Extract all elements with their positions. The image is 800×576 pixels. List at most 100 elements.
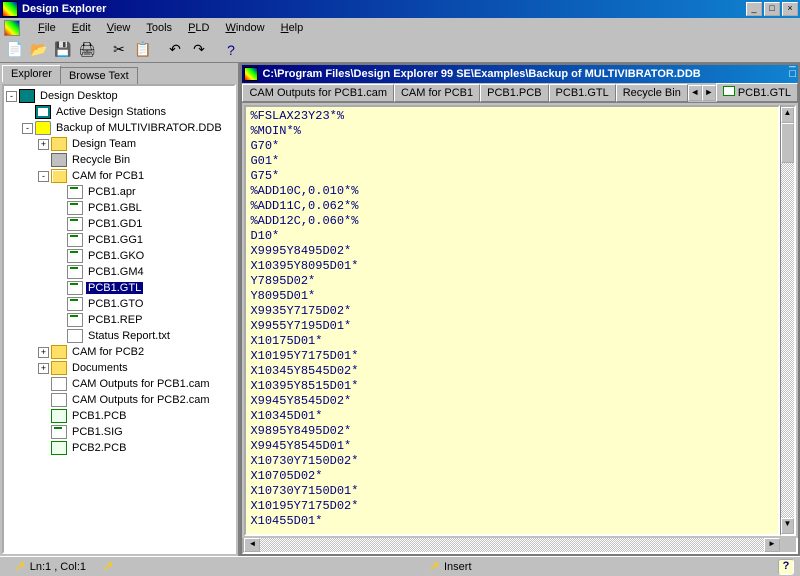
- doc-tab[interactable]: CAM for PCB1: [394, 84, 480, 102]
- menu-window[interactable]: Window: [217, 20, 272, 36]
- tree-item[interactable]: CAM Outputs for PCB2.cam: [6, 392, 232, 408]
- tree-item[interactable]: + Documents: [6, 360, 232, 376]
- tab-explorer[interactable]: Explorer: [2, 65, 61, 82]
- tab-scroll-right[interactable]: ►: [702, 85, 716, 101]
- menu-view[interactable]: View: [99, 20, 139, 36]
- doc-tab-active[interactable]: PCB1.GTL: [716, 83, 798, 102]
- tree-item[interactable]: PCB1.GG1: [6, 232, 232, 248]
- tree-label: Backup of MULTIVIBRATOR.DDB: [54, 122, 224, 134]
- document-titlebar: C:\Program Files\Design Explorer 99 SE\E…: [242, 65, 798, 83]
- tree-item[interactable]: +Design Team: [6, 136, 232, 152]
- expand-toggle[interactable]: -: [22, 123, 33, 134]
- doc-tab[interactable]: PCB1.GTL: [549, 84, 616, 102]
- file-icon: [67, 313, 83, 327]
- menubar: FileEditViewToolsPLDWindowHelp: [0, 18, 800, 37]
- tree-label: PCB1.apr: [86, 186, 138, 198]
- tree-item[interactable]: Status Report.txt: [6, 328, 232, 344]
- vertical-scrollbar[interactable]: ▲ ▼: [780, 105, 796, 536]
- tree-label: PCB1.PCB: [70, 410, 128, 422]
- tree-label: PCB1.GKO: [86, 250, 146, 262]
- minimize-button[interactable]: _: [746, 2, 762, 16]
- scroll-left-button[interactable]: ◄: [244, 538, 260, 552]
- tree-view[interactable]: -Design DesktopActive Design Stations - Ba…: [2, 84, 236, 554]
- tree-item[interactable]: PCB2.PCB: [6, 440, 232, 456]
- cut-button[interactable]: ✂: [108, 39, 130, 61]
- scroll-up-button[interactable]: ▲: [781, 107, 794, 123]
- pin-icon: ↗: [14, 558, 26, 575]
- system-menu-icon[interactable]: [4, 20, 20, 36]
- doc-minimize-button[interactable]: _: [789, 56, 796, 68]
- doc-tab[interactable]: Recycle Bin: [616, 84, 688, 102]
- tree-label: PCB1.SIG: [70, 426, 125, 438]
- menu-help[interactable]: Help: [273, 20, 312, 36]
- tree-item[interactable]: Active Design Stations: [6, 104, 232, 120]
- tree-item[interactable]: -Design Desktop: [6, 88, 232, 104]
- tree-item[interactable]: PCB1.apr: [6, 184, 232, 200]
- tree-item[interactable]: PCB1.PCB: [6, 408, 232, 424]
- menu-tools[interactable]: Tools: [138, 20, 180, 36]
- file-icon: [67, 297, 83, 311]
- open-button[interactable]: 📂: [28, 39, 50, 61]
- horizontal-scrollbar[interactable]: ◄ ►: [242, 538, 798, 554]
- folder-icon: [51, 345, 67, 359]
- tree-item[interactable]: PCB1.REP: [6, 312, 232, 328]
- close-button[interactable]: ×: [782, 2, 798, 16]
- doc-tab[interactable]: CAM Outputs for PCB1.cam: [242, 84, 394, 102]
- doc-maximize-button[interactable]: □: [789, 68, 796, 80]
- save-button[interactable]: 💾: [52, 39, 74, 61]
- tree-item[interactable]: PCB1.GKO: [6, 248, 232, 264]
- tree-item[interactable]: PCB1.GM4: [6, 264, 232, 280]
- help-button[interactable]: ?: [220, 39, 242, 61]
- menu-file[interactable]: File: [30, 20, 64, 36]
- file-icon: [67, 185, 83, 199]
- expand-toggle[interactable]: +: [38, 363, 49, 374]
- txt-icon: [67, 329, 83, 343]
- file-icon: [67, 201, 83, 215]
- help-icon[interactable]: ?: [778, 559, 794, 575]
- desktop-icon: [19, 89, 35, 103]
- menu-pld[interactable]: PLD: [180, 20, 217, 36]
- print-button[interactable]: 🖨: [76, 39, 98, 61]
- explorer-panel: Explorer Browse Text -Design DesktopActi…: [0, 63, 240, 556]
- doc-tab[interactable]: PCB1.PCB: [480, 84, 548, 102]
- titlebar: Design Explorer _ □ ×: [0, 0, 800, 18]
- expand-toggle[interactable]: -: [38, 171, 49, 182]
- tree-item[interactable]: +CAM for PCB2: [6, 344, 232, 360]
- db-icon: [35, 121, 51, 135]
- tree-item[interactable]: - Backup of MULTIVIBRATOR.DDB: [6, 120, 232, 136]
- tree-label: PCB1.GTL: [86, 282, 143, 294]
- menu-edit[interactable]: Edit: [64, 20, 99, 36]
- tab-browse-text[interactable]: Browse Text: [60, 67, 138, 84]
- scroll-thumb[interactable]: [781, 123, 794, 163]
- tree-label: CAM Outputs for PCB1.cam: [70, 378, 212, 390]
- copy-button[interactable]: 📋: [132, 39, 154, 61]
- undo-button[interactable]: ↶: [164, 39, 186, 61]
- expand-toggle: [38, 427, 49, 438]
- statusbar: ↗Ln:1 , Col:1 ↗ ↗Insert ?: [0, 556, 800, 576]
- scroll-down-button[interactable]: ▼: [781, 518, 794, 534]
- tree-label: PCB1.GM4: [86, 266, 146, 278]
- pcb-icon: [51, 441, 67, 455]
- scroll-right-button[interactable]: ►: [764, 538, 780, 552]
- tree-item[interactable]: PCB1.SIG: [6, 424, 232, 440]
- expand-toggle[interactable]: -: [6, 91, 17, 102]
- tree-item[interactable]: PCB1.GBL: [6, 200, 232, 216]
- expand-toggle[interactable]: +: [38, 139, 49, 150]
- tree-label: Documents: [70, 362, 130, 374]
- tree-item[interactable]: PCB1.GD1: [6, 216, 232, 232]
- new-button[interactable]: 📄: [4, 39, 26, 61]
- file-icon: [67, 249, 83, 263]
- tab-scroll-left[interactable]: ◄: [688, 85, 702, 101]
- tree-item[interactable]: Recycle Bin: [6, 152, 232, 168]
- tree-item[interactable]: -CAM for PCB1: [6, 168, 232, 184]
- tree-item[interactable]: PCB1.GTL: [6, 280, 232, 296]
- tree-item[interactable]: CAM Outputs for PCB1.cam: [6, 376, 232, 392]
- document-tabs: CAM Outputs for PCB1.camCAM for PCB1PCB1…: [242, 83, 798, 103]
- maximize-button[interactable]: □: [764, 2, 780, 16]
- expand-toggle: [22, 107, 33, 118]
- text-editor[interactable]: %FSLAX23Y23*% %MOIN*% G70* G01* G75* %AD…: [244, 105, 780, 536]
- tree-item[interactable]: PCB1.GTO: [6, 296, 232, 312]
- redo-button[interactable]: ↷: [188, 39, 210, 61]
- expand-toggle[interactable]: +: [38, 347, 49, 358]
- tree-label: CAM Outputs for PCB2.cam: [70, 394, 212, 406]
